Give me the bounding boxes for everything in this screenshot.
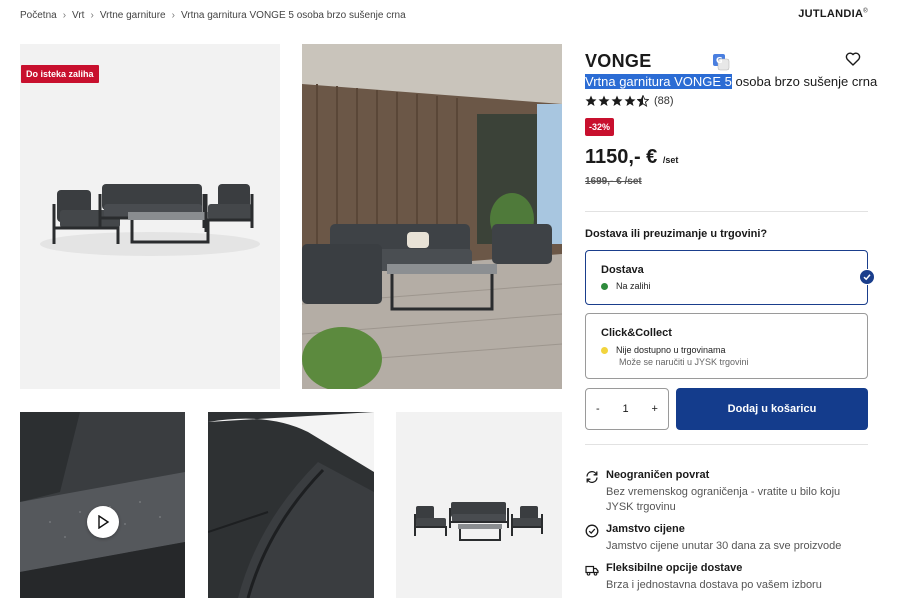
feature-description: Jamstvo cijene unutar 30 dana za sve pro… xyxy=(606,540,842,552)
product-image-main[interactable] xyxy=(20,44,280,389)
feature-description: Brza i jednostavna dostava po vašem izbo… xyxy=(606,579,822,591)
truck-icon xyxy=(585,565,599,576)
price-value: 1150,- € xyxy=(585,146,658,168)
brand-mark: ® xyxy=(863,8,868,15)
star-full-icon xyxy=(624,95,636,106)
delivery-option-title: Click&Collect xyxy=(601,327,672,339)
divider xyxy=(585,211,868,212)
product-title: VONGE xyxy=(585,51,652,71)
cushion-texture-illustration xyxy=(20,412,185,598)
breadcrumb-separator: › xyxy=(171,10,175,21)
store-status: Nije dostupno u trgovinama xyxy=(601,345,726,355)
feature-title: Fleksibilne opcije dostave xyxy=(606,562,743,574)
rating-stars[interactable]: (88) xyxy=(585,95,674,107)
delivery-option-title: Dostava xyxy=(601,264,644,276)
brand-logo[interactable]: JUTLANDIA® xyxy=(798,8,868,20)
delivery-option-home[interactable]: Dostava Na zalihi xyxy=(585,250,868,305)
quantity-decrease-button[interactable]: - xyxy=(596,403,600,415)
clearance-badge: Do isteka zaliha xyxy=(21,65,99,83)
selected-check-icon xyxy=(859,269,875,285)
star-full-icon xyxy=(611,95,623,106)
divider xyxy=(585,444,868,445)
delivery-heading: Dostava ili preuzimanje u trgovini? xyxy=(585,228,768,240)
subtitle-selected-text: Vrtna garnitura VONGE 5 xyxy=(585,74,732,89)
star-full-icon xyxy=(585,95,597,106)
wishlist-heart-icon[interactable] xyxy=(845,51,861,67)
add-to-cart-button[interactable]: Dodaj u košaricu xyxy=(676,388,868,430)
sofa-set-illustration xyxy=(40,184,260,256)
product-subtitle: Vrtna garnitura VONGE 5 osoba brzo sušen… xyxy=(585,74,877,89)
breadcrumb-current: Vrtna garnitura VONGE 5 osoba brzo sušen… xyxy=(180,10,406,21)
breadcrumb-garden-sets[interactable]: Vrtne garniture xyxy=(100,10,166,21)
play-video-button[interactable] xyxy=(87,506,119,538)
cushion-seam-illustration xyxy=(208,412,374,598)
breadcrumb-separator: › xyxy=(62,10,67,21)
brand-name: JUTLANDIA xyxy=(798,8,864,20)
breadcrumb-separator: › xyxy=(90,10,94,21)
feature-description: Bez vremenskog ograničenja - vratite u b… xyxy=(606,486,841,513)
star-full-icon xyxy=(598,95,610,106)
product-image-detail[interactable] xyxy=(208,412,374,598)
current-price: 1150,- € /set xyxy=(585,146,678,169)
subtitle-rest: osoba brzo sušenje crna xyxy=(731,74,878,89)
delivery-option-click-collect[interactable]: Click&Collect Nije dostupno u trgovinama… xyxy=(585,313,868,379)
product-video-thumbnail[interactable] xyxy=(20,412,185,598)
sofa-set-small-illustration xyxy=(414,502,543,541)
breadcrumb-garden[interactable]: Vrt xyxy=(72,10,84,21)
stock-status: Na zalihi xyxy=(601,281,651,291)
product-image-lifestyle[interactable] xyxy=(302,44,562,389)
feature-title: Jamstvo cijene xyxy=(606,523,685,535)
star-half-icon xyxy=(637,95,649,107)
quantity-increase-button[interactable]: + xyxy=(652,403,658,415)
refresh-icon xyxy=(586,471,598,483)
quantity-value[interactable]: 1 xyxy=(623,403,629,415)
breadcrumb: Početna › Vrt › Vrtne garniture › Vrtna … xyxy=(20,10,406,21)
stock-status-text: Na zalihi xyxy=(616,281,651,291)
discount-badge: -32% xyxy=(585,118,615,136)
terrace-scene-illustration xyxy=(302,44,562,389)
price-unit: /set xyxy=(662,155,679,165)
check-circle-icon xyxy=(585,524,599,538)
play-icon xyxy=(98,515,110,529)
feature-title: Neograničen povrat xyxy=(606,469,710,481)
product-image-thumbnail[interactable] xyxy=(396,412,562,598)
store-status-note: Može se naručiti u JYSK trgovini xyxy=(619,357,749,367)
quantity-stepper: - 1 + xyxy=(585,388,669,430)
store-status-text: Nije dostupno u trgovinama xyxy=(616,345,726,355)
breadcrumb-home[interactable]: Početna xyxy=(20,10,57,21)
old-price: 1699,- € /set xyxy=(585,176,642,187)
translate-icon[interactable]: G xyxy=(712,53,730,71)
in-stock-dot-icon xyxy=(601,282,608,290)
review-count[interactable]: (88) xyxy=(654,95,674,107)
unavailable-dot-icon xyxy=(601,346,608,354)
svg-text:G: G xyxy=(716,56,723,65)
